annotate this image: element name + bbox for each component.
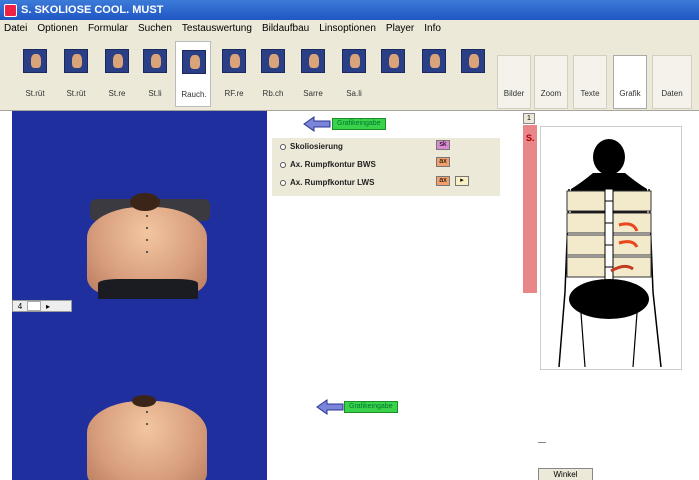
separator: [538, 442, 546, 443]
menu-item-player[interactable]: Player: [386, 23, 414, 34]
small-toggle-button[interactable]: 1: [523, 113, 535, 124]
panel-row-3[interactable]: Ax. Rumpfkontur LWS: [280, 178, 374, 187]
arrow-left-icon: [303, 116, 331, 132]
pose-button-7[interactable]: Rb.ch: [255, 41, 291, 107]
pose-button-1[interactable]: St.rüt: [17, 41, 53, 107]
red-bar-label: S.: [526, 133, 535, 143]
menu-item-info[interactable]: Info: [424, 23, 441, 34]
panel-row-label: Ax. Rumpfkontur BWS: [290, 160, 376, 169]
patient-icon: [182, 50, 206, 74]
patient-photo-top: [12, 111, 267, 299]
chip-extra[interactable]: ▸: [455, 176, 469, 186]
app-window: S. SKOLIOSE COOL. MUST Datei Optionen Fo…: [0, 0, 699, 480]
marker-dot: [146, 227, 148, 229]
panel-row-1[interactable]: Skoliosierung: [280, 142, 343, 151]
photo-control-2[interactable]: [27, 301, 41, 311]
view-button-texte[interactable]: Texte: [573, 55, 607, 109]
view-button-daten[interactable]: Daten: [652, 55, 692, 109]
spine-diagram: [558, 139, 662, 368]
view-button-grafik[interactable]: Grafik: [613, 55, 647, 109]
menu-bar: Datei Optionen Formular Suchen Testauswe…: [0, 20, 699, 37]
pose-button-10[interactable]: [375, 41, 411, 107]
menu-item-suchen[interactable]: Suchen: [138, 23, 172, 34]
marker-dot: [146, 411, 148, 413]
photo-controls: 4 ▸: [12, 300, 72, 312]
grafikeingabe-button-bottom[interactable]: Grafikeingabe: [344, 401, 398, 413]
pose-button-9[interactable]: Sa.li: [336, 41, 372, 107]
patient-icon: [143, 49, 167, 73]
diagram-left-leg: [580, 312, 586, 368]
photo-control-1[interactable]: 4: [13, 302, 27, 311]
patient-icon: [422, 49, 446, 73]
assessment-panel: Skoliosierung sk Ax. Rumpfkontur BWS ax …: [272, 138, 500, 196]
menu-item-linsoptionen[interactable]: Linsoptionen: [319, 23, 376, 34]
menu-item-formular[interactable]: Formular: [88, 23, 128, 34]
patient-icon: [342, 49, 366, 73]
panel-row-label: Ax. Rumpfkontur LWS: [290, 178, 375, 187]
patient-icon: [301, 49, 325, 73]
patient-icon: [222, 49, 246, 73]
pose-button-4[interactable]: St.li: [137, 41, 173, 107]
pose-button-5[interactable]: Rauch.: [175, 41, 211, 107]
hair: [132, 395, 156, 407]
pose-button-12[interactable]: [455, 41, 491, 107]
pose-button-8[interactable]: Sarre: [295, 41, 331, 107]
red-indicator-bar: S.: [523, 125, 537, 293]
patient-icon: [261, 49, 285, 73]
photo-control-3[interactable]: ▸: [41, 302, 55, 311]
marker-dot: [146, 423, 148, 425]
window-title: S. SKOLIOSE COOL. MUST: [21, 4, 164, 16]
chip-lws[interactable]: ax: [436, 176, 450, 186]
menu-item-testauswertung[interactable]: Testauswertung: [182, 23, 252, 34]
spine-diagram-box: [540, 126, 682, 370]
toolbar: St.rüt St.rüt St.re St.li Rauch. RF.re R…: [0, 37, 699, 111]
patient-icon: [381, 49, 405, 73]
diagram-right-leg: [632, 312, 638, 368]
view-button-bilder[interactable]: Bilder: [497, 55, 531, 109]
view-button-zoom[interactable]: Zoom: [534, 55, 568, 109]
grafikeingabe-button-top[interactable]: Grafikeingabe: [332, 118, 386, 130]
radio-icon[interactable]: [280, 143, 286, 150]
pose-button-2[interactable]: St.rüt: [58, 41, 94, 107]
menu-item-optionen[interactable]: Optionen: [37, 23, 78, 34]
menu-item-datei[interactable]: Datei: [4, 23, 27, 34]
panel-row-2[interactable]: Ax. Rumpfkontur BWS: [280, 160, 376, 169]
menu-item-bildaufbau[interactable]: Bildaufbau: [262, 23, 309, 34]
title-bar: S. SKOLIOSE COOL. MUST: [0, 0, 699, 20]
patient-icon: [461, 49, 485, 73]
patient-icon: [23, 49, 47, 73]
hair: [130, 193, 160, 211]
patient-icon: [105, 49, 129, 73]
radio-icon[interactable]: [280, 161, 286, 168]
pose-button-6[interactable]: RF.re: [216, 41, 252, 107]
radio-icon[interactable]: [280, 179, 286, 186]
patient-icon: [64, 49, 88, 73]
chip-skoliosierung[interactable]: sk: [436, 140, 450, 150]
pose-button-11[interactable]: [416, 41, 452, 107]
diagram-head: [593, 139, 625, 175]
play-icon: ▸: [460, 177, 464, 184]
chip-bws[interactable]: ax: [436, 157, 450, 167]
marker-dot: [146, 215, 148, 217]
marker-dot: [146, 239, 148, 241]
pose-button-3[interactable]: St.re: [99, 41, 135, 107]
shorts: [98, 279, 198, 299]
winkel-button[interactable]: Winkel: [538, 468, 593, 480]
app-icon: [4, 3, 17, 17]
panel-row-label: Skoliosierung: [290, 142, 343, 151]
patient-photo-bottom: [12, 299, 267, 480]
arrow-left-icon: [316, 399, 344, 415]
marker-dot: [146, 251, 148, 253]
